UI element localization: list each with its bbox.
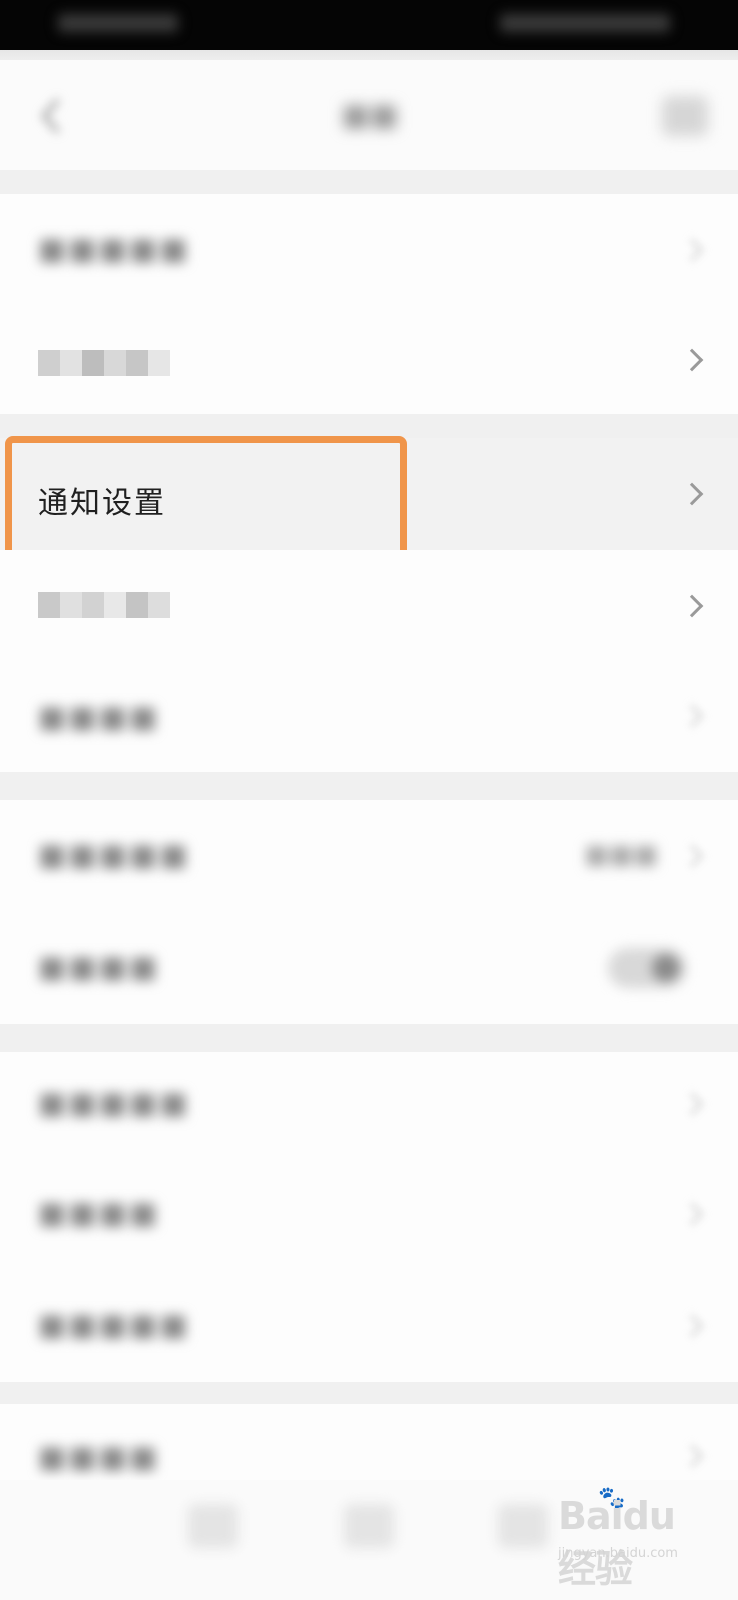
chevron-left-icon[interactable] <box>36 96 66 136</box>
chevron-right-icon <box>680 844 704 868</box>
tab-icon[interactable] <box>188 1504 238 1548</box>
settings-row-label: ■■■■■ <box>38 1086 190 1121</box>
settings-row-label: ■■■■ <box>38 1440 160 1475</box>
settings-row-9[interactable]: ■■■■ <box>0 1158 738 1270</box>
toggle-switch[interactable] <box>608 948 686 988</box>
settings-row-7[interactable]: ■■■■ <box>0 912 738 1024</box>
chevron-right-icon <box>680 1444 704 1468</box>
settings-row-1[interactable]: ■■■■■ <box>0 194 738 306</box>
tab-icon[interactable] <box>344 1504 394 1548</box>
tab-icon[interactable] <box>498 1504 548 1548</box>
group-divider <box>0 1382 738 1404</box>
watermark-url: jingyan.baidu.com <box>558 1546 678 1561</box>
settings-row-value: ■■■ <box>584 840 658 870</box>
settings-row-label: ■■■■■ <box>38 838 190 873</box>
censored-label <box>38 592 170 618</box>
settings-row-6[interactable]: ■■■■■ ■■■ <box>0 800 738 912</box>
chevron-right-icon <box>680 1202 704 1226</box>
settings-row-label: ■■■■ <box>38 700 160 735</box>
settings-row-label: ■■■■■ <box>38 232 190 267</box>
more-icon[interactable] <box>662 96 708 136</box>
group-divider <box>0 772 738 800</box>
status-right-info <box>500 14 670 32</box>
chevron-right-icon <box>680 704 704 728</box>
chevron-right-icon <box>680 482 704 506</box>
settings-row-4[interactable] <box>0 550 738 662</box>
group-divider <box>0 170 738 194</box>
chevron-right-icon <box>680 594 704 618</box>
nav-bar: ■■ <box>0 60 738 170</box>
watermark-logo: Baidu经验 <box>558 1494 676 1591</box>
status-bar <box>0 0 738 50</box>
settings-row-label: ■■■■■ <box>38 1308 190 1343</box>
group-divider <box>0 414 738 438</box>
settings-row-2[interactable] <box>0 306 738 414</box>
censored-label <box>38 350 170 376</box>
status-left-info <box>58 14 178 32</box>
chevron-right-icon <box>680 1314 704 1338</box>
settings-row-5[interactable]: ■■■■ <box>0 662 738 772</box>
settings-row-10[interactable]: ■■■■■ <box>0 1270 738 1382</box>
settings-row-8[interactable]: ■■■■■ <box>0 1052 738 1158</box>
settings-row-label: ■■■■ <box>38 1196 160 1231</box>
chevron-right-icon <box>680 1092 704 1116</box>
page-title: ■■ <box>341 98 399 133</box>
settings-row-label: ■■■■ <box>38 950 160 985</box>
chevron-right-icon <box>680 348 704 372</box>
chevron-right-icon <box>680 238 704 262</box>
highlight-box <box>5 436 407 558</box>
baidu-watermark: 🐾 Baidu经验 jingyan.baidu.com <box>558 1486 708 1591</box>
group-divider <box>0 1024 738 1052</box>
